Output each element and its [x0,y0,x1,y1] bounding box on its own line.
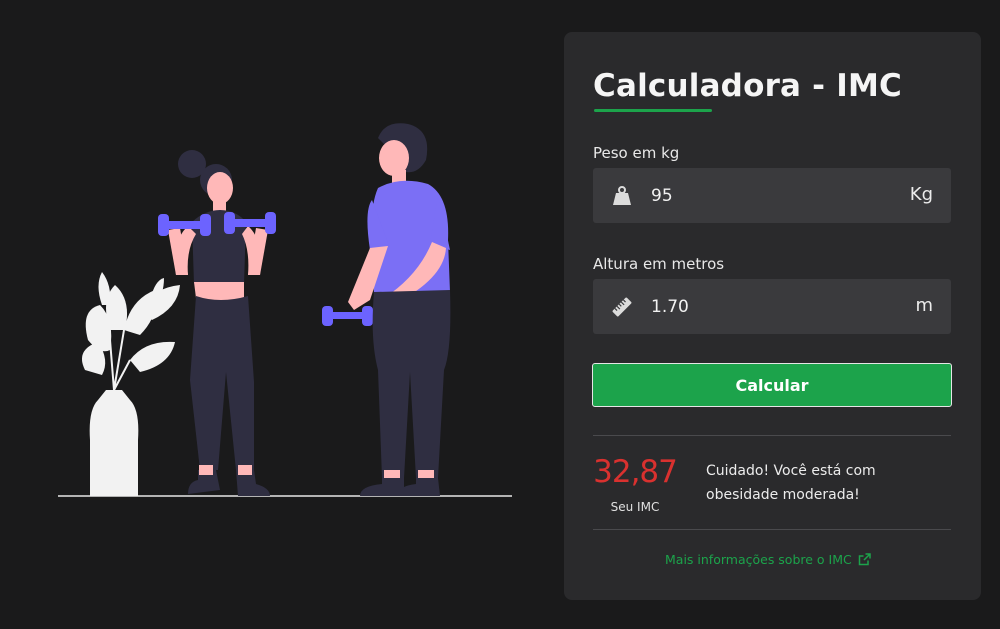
man-illustration [322,123,451,496]
weight-label: Peso em kg [593,144,680,162]
plant-illustration [81,272,180,496]
more-info-link[interactable]: Mais informações sobre o IMC [665,552,871,567]
weight-unit: Kg [909,184,933,205]
weight-field[interactable]: Kg [593,168,951,223]
calculate-button[interactable]: Calcular [592,363,952,407]
bmi-value: 32,87 [593,454,678,490]
title-underline [594,109,712,112]
height-field[interactable]: m [593,279,951,334]
bmi-calculator-card: Calculadora - IMC Peso em kg Kg Altura e… [564,32,981,600]
result-divider-bottom [593,529,951,530]
ruler-icon [611,296,633,318]
weight-icon [611,185,633,207]
more-info-link-label: Mais informações sobre o IMC [665,552,852,567]
bmi-message: Cuidado! Você está com obesidade moderad… [706,463,876,503]
fitness-illustration [40,110,530,510]
bmi-caption: Seu IMC [610,500,660,514]
height-unit: m [915,295,933,316]
weight-input[interactable] [651,168,881,223]
woman-illustration [158,150,276,496]
height-label: Altura em metros [593,255,725,273]
external-link-icon [858,553,871,566]
result-divider-top [593,435,951,436]
page-title: Calculadora - IMC [593,68,902,104]
height-input[interactable] [651,279,881,334]
